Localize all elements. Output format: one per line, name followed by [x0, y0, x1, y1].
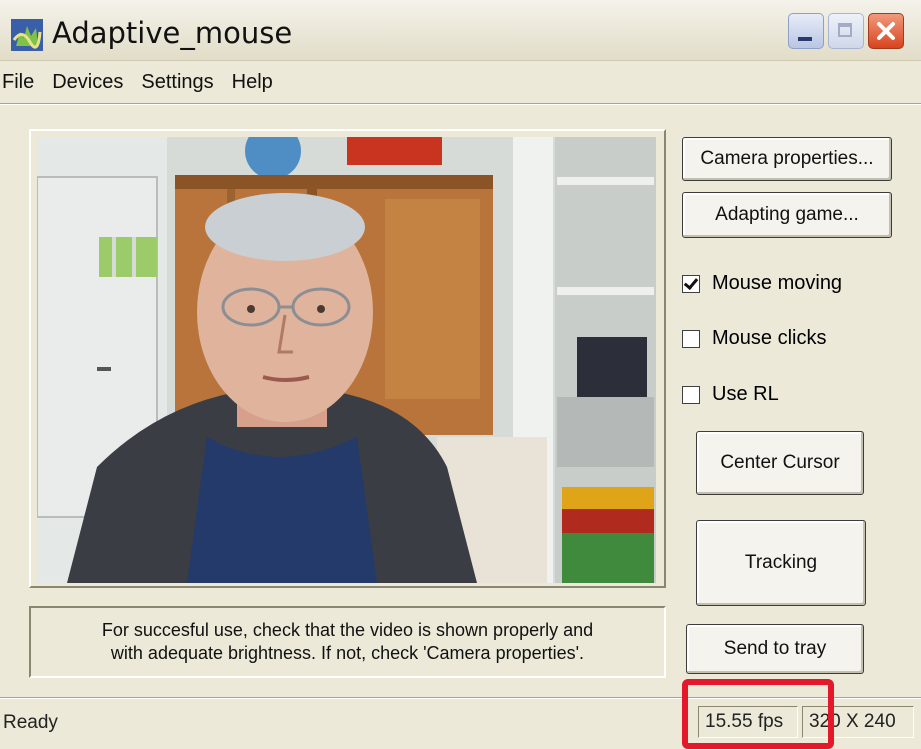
close-button[interactable] — [868, 13, 904, 49]
mouse-clicks-checkbox[interactable] — [682, 329, 700, 348]
title-bar[interactable]: Adaptive_mouse — [0, 0, 921, 61]
mouse-moving-label: Mouse moving — [712, 272, 843, 294]
camera-properties-button[interactable]: Camera properties... — [682, 137, 892, 181]
menu-help[interactable]: Help — [224, 71, 283, 94]
menu-bar: File Devices Settings Help — [0, 62, 921, 102]
close-icon — [877, 22, 895, 40]
mouse-moving-option[interactable]: Mouse moving — [682, 272, 842, 295]
fps-highlight-annotation — [682, 679, 834, 749]
app-hand-icon — [11, 19, 43, 51]
menu-divider — [0, 103, 921, 105]
mouse-clicks-label: Mouse clicks — [712, 327, 827, 349]
mouse-clicks-option[interactable]: Mouse clicks — [682, 327, 826, 350]
use-rl-option[interactable]: Use RL — [682, 383, 779, 406]
info-line-2: with adequate brightness. If not, check … — [110, 643, 585, 663]
webcam-image — [37, 137, 656, 583]
status-text: Ready — [3, 712, 58, 733]
info-line-1: For succesful use, check that the video … — [101, 620, 594, 640]
tracking-button[interactable]: Tracking — [696, 520, 866, 606]
info-message: For succesful use, check that the video … — [29, 606, 666, 678]
send-to-tray-button[interactable]: Send to tray — [686, 624, 864, 674]
menu-settings[interactable]: Settings — [133, 71, 223, 94]
camera-video — [37, 137, 656, 583]
mouse-moving-checkbox[interactable] — [682, 274, 700, 293]
window-title: Adaptive_mouse — [52, 16, 293, 50]
minimize-button[interactable] — [788, 13, 824, 49]
center-cursor-button[interactable]: Center Cursor — [696, 431, 864, 495]
maximize-button[interactable] — [828, 13, 864, 49]
use-rl-label: Use RL — [712, 383, 779, 405]
adapting-game-button[interactable]: Adapting game... — [682, 192, 892, 238]
menu-devices[interactable]: Devices — [44, 71, 133, 94]
use-rl-checkbox[interactable] — [682, 385, 700, 404]
menu-file[interactable]: File — [0, 71, 44, 94]
